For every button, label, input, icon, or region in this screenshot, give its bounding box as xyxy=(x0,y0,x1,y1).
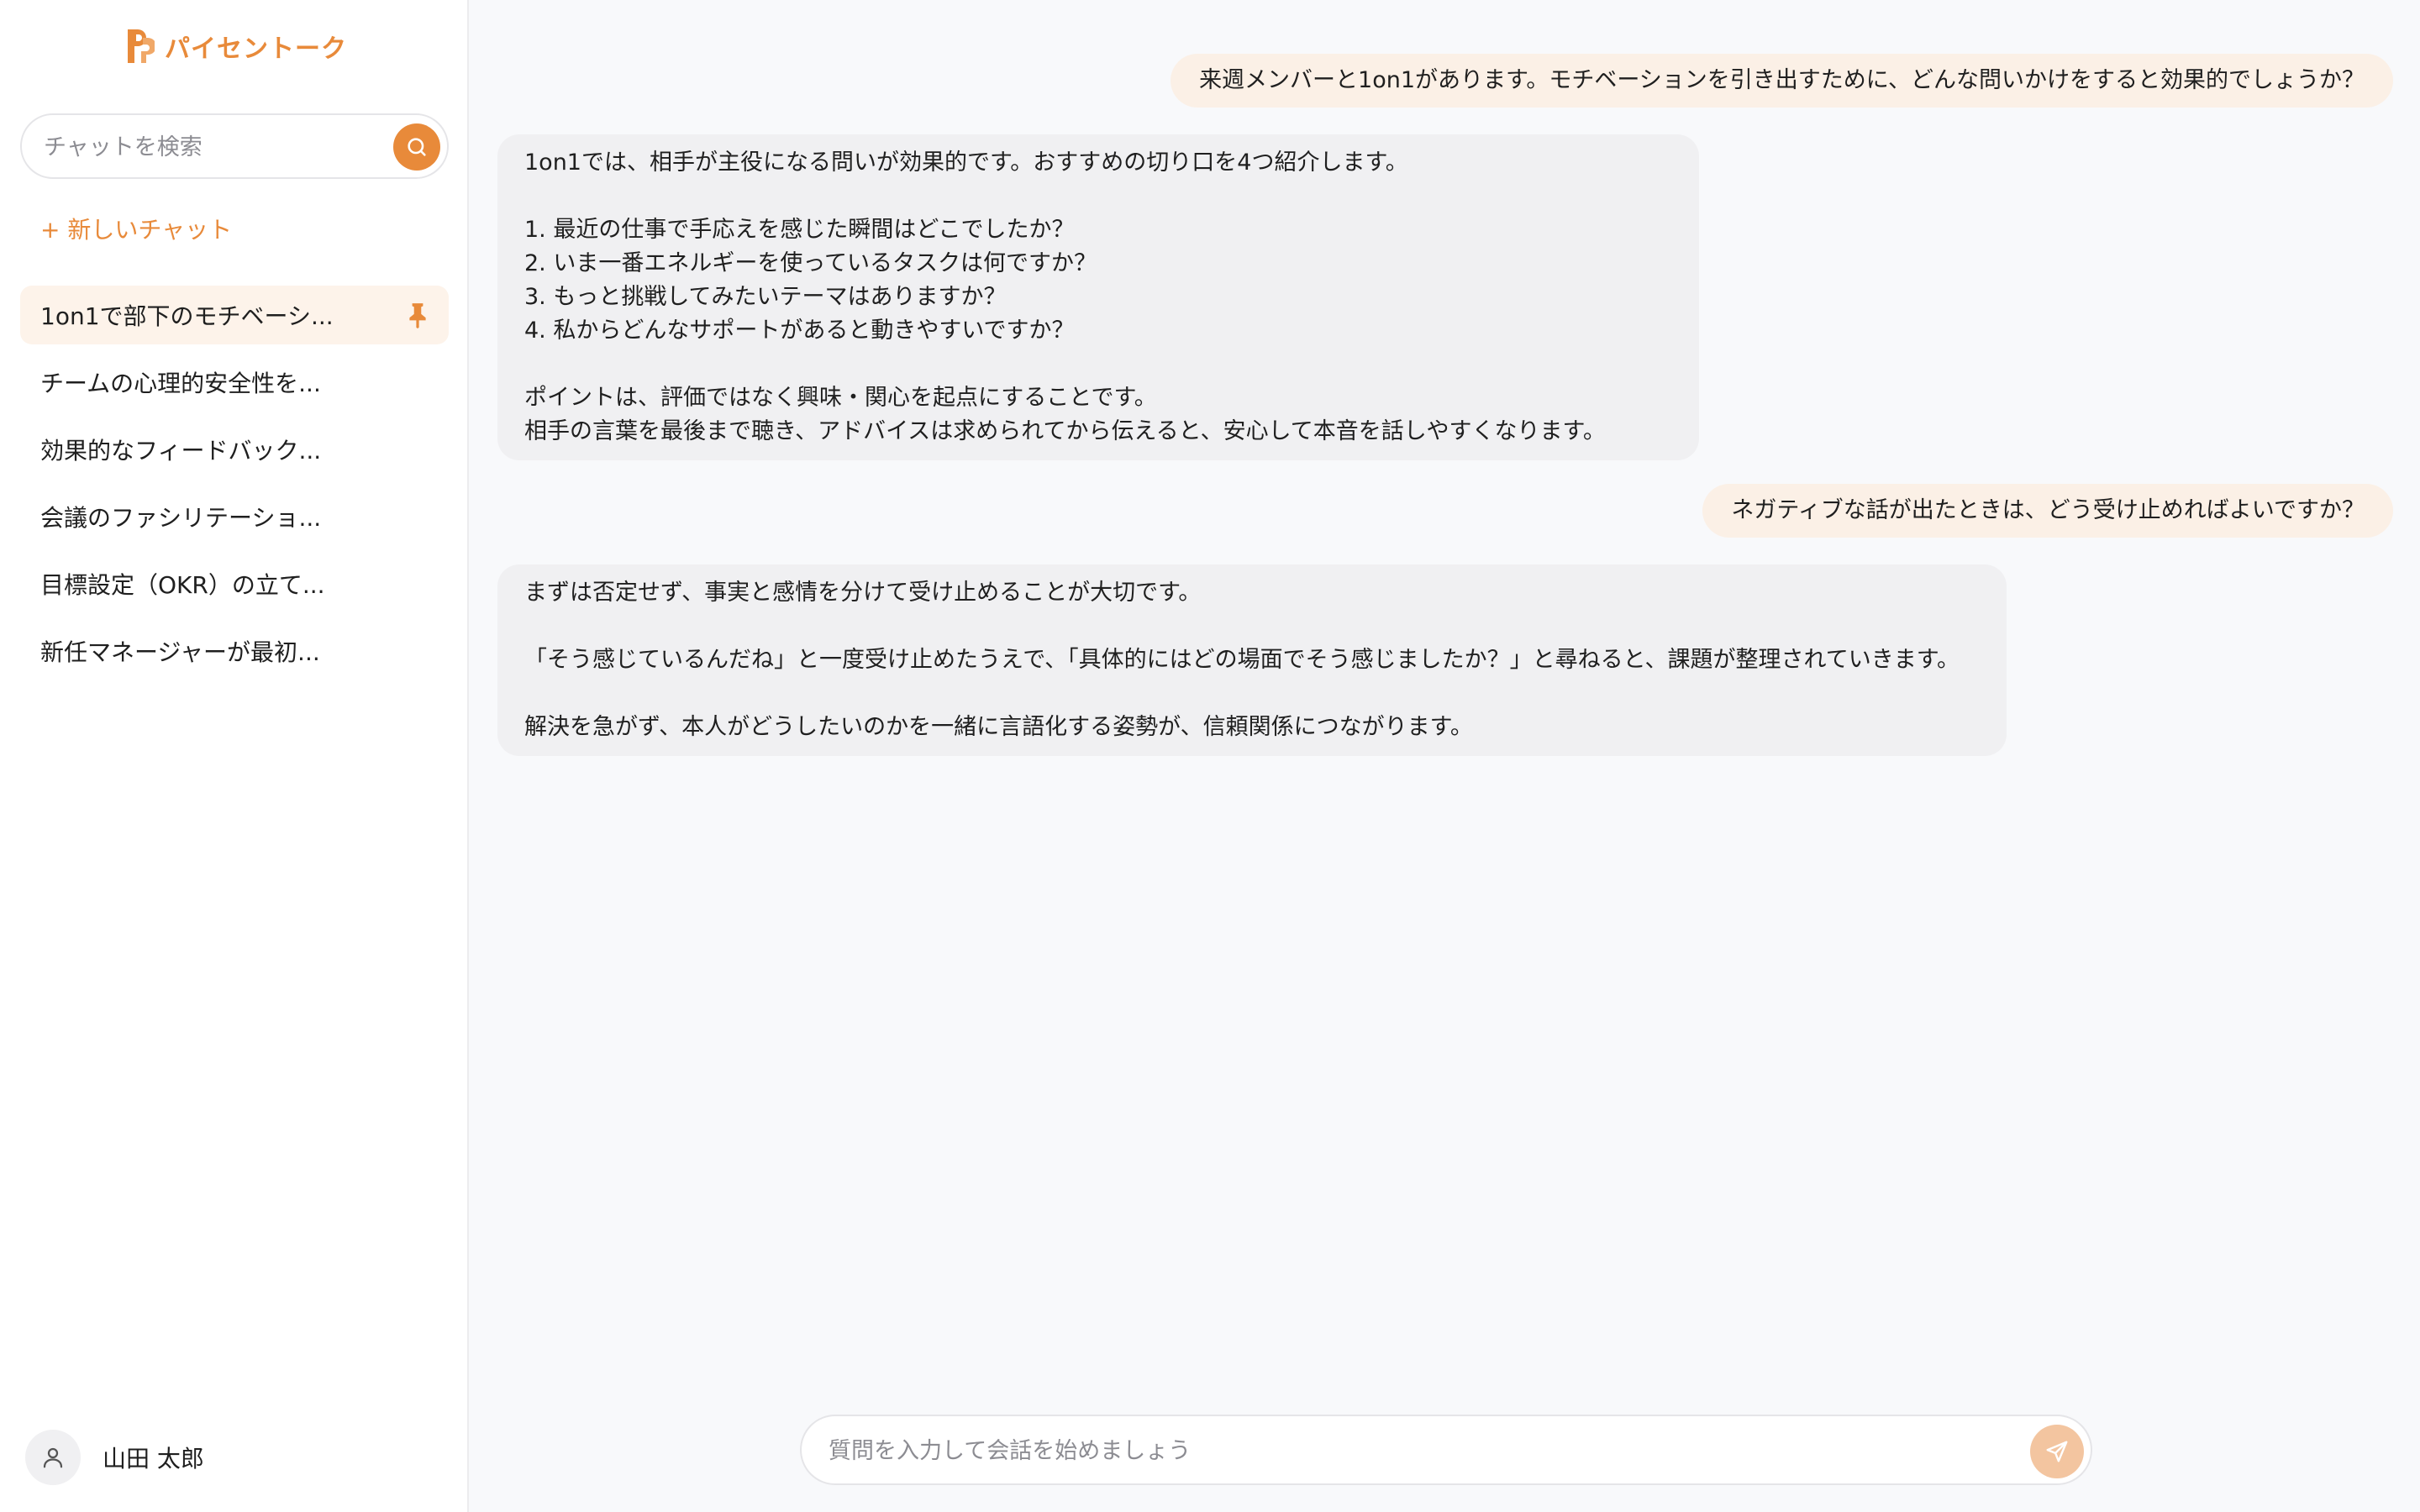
chat-history-item-label: チームの心理的安全性を... xyxy=(40,370,321,397)
brand[interactable]: パイセントーク xyxy=(124,25,347,67)
user-message: ネガティブな話が出たときは、どう受け止めればよいですか？ xyxy=(1702,484,2393,538)
send-button[interactable] xyxy=(2030,1425,2084,1478)
chat-history-item[interactable]: 効果的なフィードバック... xyxy=(20,420,449,479)
chat-history-item[interactable]: 1on1で部下のモチベーシ... xyxy=(20,286,449,344)
chat-search-input[interactable] xyxy=(44,127,397,167)
user-profile[interactable]: 山田 太郎 xyxy=(25,1430,204,1485)
new-chat-button[interactable]: + 新しいチャット xyxy=(40,212,232,245)
avatar xyxy=(25,1430,81,1485)
message-input[interactable] xyxy=(829,1431,1988,1470)
chat-history-item[interactable]: 目標設定（OKR）の立て... xyxy=(20,554,449,613)
message-composer xyxy=(800,1415,2092,1485)
brand-name: パイセントーク xyxy=(165,34,347,64)
assistant-message: まずは否定せず、事実と感情を分けて受け止めることが大切です。 「そう感じているん… xyxy=(497,564,2007,756)
send-icon xyxy=(2046,1441,2068,1462)
chat-main: 来週メンバーと1on1があります。モチベーションを引き出すために、どんな問いかけ… xyxy=(471,0,2420,1512)
chat-history-item[interactable]: チームの心理的安全性を... xyxy=(20,353,449,412)
search-button[interactable] xyxy=(393,123,440,171)
chat-history-item[interactable]: 会議のファシリテーショ... xyxy=(20,487,449,546)
user-name: 山田 太郎 xyxy=(103,1445,204,1473)
brand-logo-icon xyxy=(128,29,155,63)
chat-search xyxy=(20,113,449,179)
chat-history-list: 1on1で部下のモチベーシ... チームの心理的安全性を... 効果的なフィード… xyxy=(20,286,449,689)
chat-history-item-label: 会議のファシリテーショ... xyxy=(40,504,322,532)
chat-history-item[interactable]: 新任マネージャーが最初... xyxy=(20,622,449,680)
user-message: 来週メンバーと1on1があります。モチベーションを引き出すために、どんな問いかけ… xyxy=(1171,54,2393,108)
search-icon xyxy=(408,138,426,156)
assistant-message: 1on1では、相手が主役になる問いが効果的です。おすすめの切り口を4つ紹介します… xyxy=(497,134,1699,460)
chat-history-item-label: 目標設定（OKR）の立て... xyxy=(40,571,325,599)
chat-history-item-label: 新任マネージャーが最初... xyxy=(40,638,320,666)
chat-history-item-label: 効果的なフィードバック... xyxy=(40,437,322,465)
chat-history-item-label: 1on1で部下のモチベーシ... xyxy=(40,302,334,330)
sidebar: パイセントーク + 新しいチャット 1on1で部下のモチベーシ... チームの心… xyxy=(0,0,469,1512)
pin-icon[interactable] xyxy=(407,302,429,328)
user-icon xyxy=(43,1447,63,1468)
